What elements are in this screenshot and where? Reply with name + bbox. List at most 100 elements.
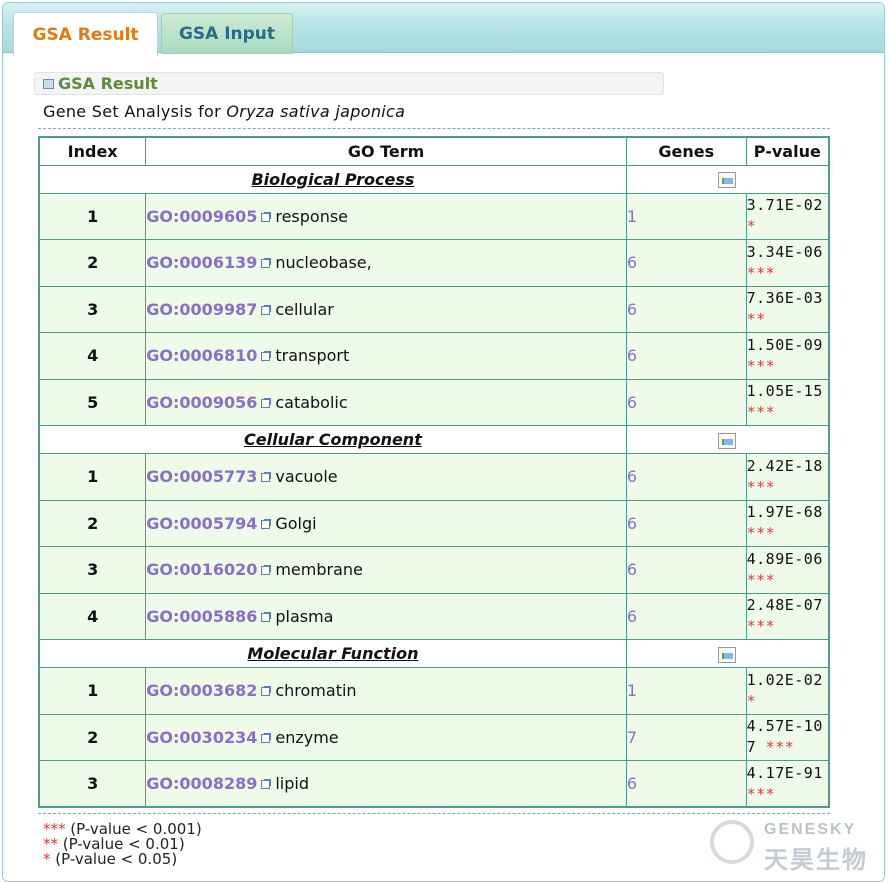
table-row: 3 GO:0008289 lipid 6 4.17E-91 *** [38, 760, 830, 808]
category-name[interactable]: Cellular Component [38, 425, 627, 454]
significance-stars: *** [746, 617, 776, 636]
row-index: 3 [38, 760, 147, 808]
genes-count-link[interactable]: 6 [625, 332, 747, 380]
go-id-link[interactable]: GO:0003682 [146, 681, 257, 700]
pvalue-cell: 1.50E-09 *** [745, 332, 830, 380]
external-link-icon[interactable] [261, 351, 272, 362]
genes-count-link[interactable]: 6 [625, 285, 747, 333]
external-link-icon[interactable] [261, 732, 272, 743]
go-term-cell: GO:0005886 plasma [145, 592, 627, 640]
go-id-link[interactable]: GO:0005794 [146, 514, 257, 533]
go-id-link[interactable]: GO:0009605 [146, 207, 257, 226]
organism-name: Oryza sativa japonica [226, 102, 406, 121]
significance-stars: * [746, 691, 757, 710]
external-link-icon[interactable] [261, 779, 272, 789]
category-row: Molecular Function [38, 639, 830, 668]
genes-count-link[interactable]: 6 [625, 499, 747, 547]
table-body: Biological Process 1 GO:0009605 response 1 3.… [38, 164, 830, 808]
go-id-link[interactable]: GO:0005886 [146, 607, 257, 626]
external-link-icon[interactable] [261, 611, 272, 622]
significance-stars: ** [746, 310, 766, 329]
go-term-cell: GO:0009987 cellular [145, 285, 627, 333]
table-row: 2 GO:0030234 enzyme 7 4.57E-107 *** [38, 713, 830, 761]
broken-image-icon[interactable] [718, 646, 737, 663]
section-header: GSA Result [34, 72, 664, 95]
go-term-name: chromatin [275, 681, 357, 701]
table-row: 2 GO:0005794 Golgi 6 1.97E-68 *** [38, 499, 830, 547]
go-term-name: vacuole [275, 467, 338, 487]
genes-count-link[interactable]: 1 [625, 667, 747, 715]
pvalue-cell: 1.02E-02 * [745, 667, 830, 715]
genes-count-link[interactable]: 1 [625, 192, 747, 240]
go-term-name: membrane [275, 560, 363, 580]
table-row: 1 GO:0005773 vacuole 6 2.42E-18 *** [38, 453, 830, 501]
pvalue-text: 1.97E-68 [746, 503, 823, 522]
genes-count-link[interactable]: 7 [625, 713, 747, 761]
external-link-icon[interactable] [261, 686, 272, 697]
go-term-name: nucleobase, [275, 253, 372, 273]
pvalue-cell: 3.71E-02 * [745, 192, 830, 240]
go-id-link[interactable]: GO:0005773 [146, 467, 257, 486]
genes-count-link[interactable]: 6 [625, 453, 747, 501]
external-link-icon[interactable] [261, 258, 272, 269]
row-index: 5 [38, 378, 147, 426]
genesky-logo: GENESKY 天昊生物 [710, 818, 880, 874]
genes-count-link[interactable]: 6 [625, 546, 747, 594]
significance-stars: * [746, 217, 757, 236]
table-row: 1 GO:0009605 response 1 3.71E-02 * [38, 192, 830, 240]
row-index: 3 [38, 285, 147, 333]
go-id-link[interactable]: GO:0030234 [146, 728, 257, 747]
go-term-cell: GO:0008289 lipid [145, 760, 627, 808]
go-id-link[interactable]: GO:0009056 [146, 393, 257, 412]
go-term-cell: GO:0006810 transport [145, 332, 627, 380]
genes-count-link[interactable]: 6 [625, 592, 747, 640]
pvalue-cell: 4.89E-06 *** [745, 546, 830, 594]
pvalue-cell: 2.48E-07 *** [745, 592, 830, 640]
go-term-cell: GO:0030234 enzyme [145, 713, 627, 761]
go-id-link[interactable]: GO:0006810 [146, 346, 257, 365]
header-go-term: GO Term [145, 136, 627, 166]
row-index: 3 [38, 546, 147, 594]
go-term-cell: GO:0006139 nucleobase, [145, 239, 627, 287]
go-id-link[interactable]: GO:0009987 [146, 300, 257, 319]
table-row: 3 GO:0009987 cellular 6 7.36E-03 ** [38, 285, 830, 333]
table-row: 2 GO:0006139 nucleobase, 6 3.34E-06 *** [38, 239, 830, 287]
genes-count-link[interactable]: 6 [625, 378, 747, 426]
pvalue-text: 1.05E-15 [746, 382, 823, 401]
pvalue-text: 3.71E-02 [746, 196, 823, 215]
external-link-icon[interactable] [261, 565, 272, 576]
row-index: 1 [38, 453, 147, 501]
category-name[interactable]: Biological Process [38, 164, 627, 194]
legend-stars: * [43, 850, 51, 868]
broken-image-icon[interactable] [718, 172, 737, 188]
pvalue-text: 2.42E-18 [746, 456, 823, 475]
external-link-icon[interactable] [261, 518, 272, 529]
significance-stars: *** [746, 403, 776, 422]
genes-count-link[interactable]: 6 [625, 760, 747, 808]
external-link-icon[interactable] [261, 472, 272, 483]
external-link-icon[interactable] [261, 211, 272, 222]
table-row: 5 GO:0009056 catabolic 6 1.05E-15 *** [38, 378, 830, 426]
external-link-icon[interactable] [261, 397, 272, 408]
external-link-icon[interactable] [261, 304, 272, 315]
go-id-link[interactable]: GO:0006139 [146, 253, 257, 272]
row-index: 1 [38, 667, 147, 715]
go-term-cell: GO:0005794 Golgi [145, 499, 627, 547]
genes-count-link[interactable]: 6 [625, 239, 747, 287]
broken-image-icon[interactable] [718, 432, 737, 449]
category-row: Cellular Component [38, 425, 830, 454]
tab-gsa-result[interactable]: GSA Result [13, 12, 158, 56]
go-term-name: lipid [275, 774, 309, 793]
category-chart-cell [625, 164, 830, 194]
section-title: GSA Result [58, 74, 158, 93]
tab-gsa-input[interactable]: GSA Input [161, 13, 293, 54]
gsa-result-table: Index GO Term Genes P-value Biological P… [38, 136, 830, 808]
go-id-link[interactable]: GO:0008289 [146, 774, 257, 793]
category-name[interactable]: Molecular Function [38, 639, 627, 668]
pvalue-text: 7.36E-03 [746, 289, 823, 308]
go-id-link[interactable]: GO:0016020 [146, 560, 257, 579]
row-index: 2 [38, 239, 147, 287]
go-term-name: enzyme [275, 727, 339, 747]
table-row: 4 GO:0006810 transport 6 1.50E-09 *** [38, 332, 830, 380]
pvalue-cell: 7.36E-03 ** [745, 285, 830, 333]
